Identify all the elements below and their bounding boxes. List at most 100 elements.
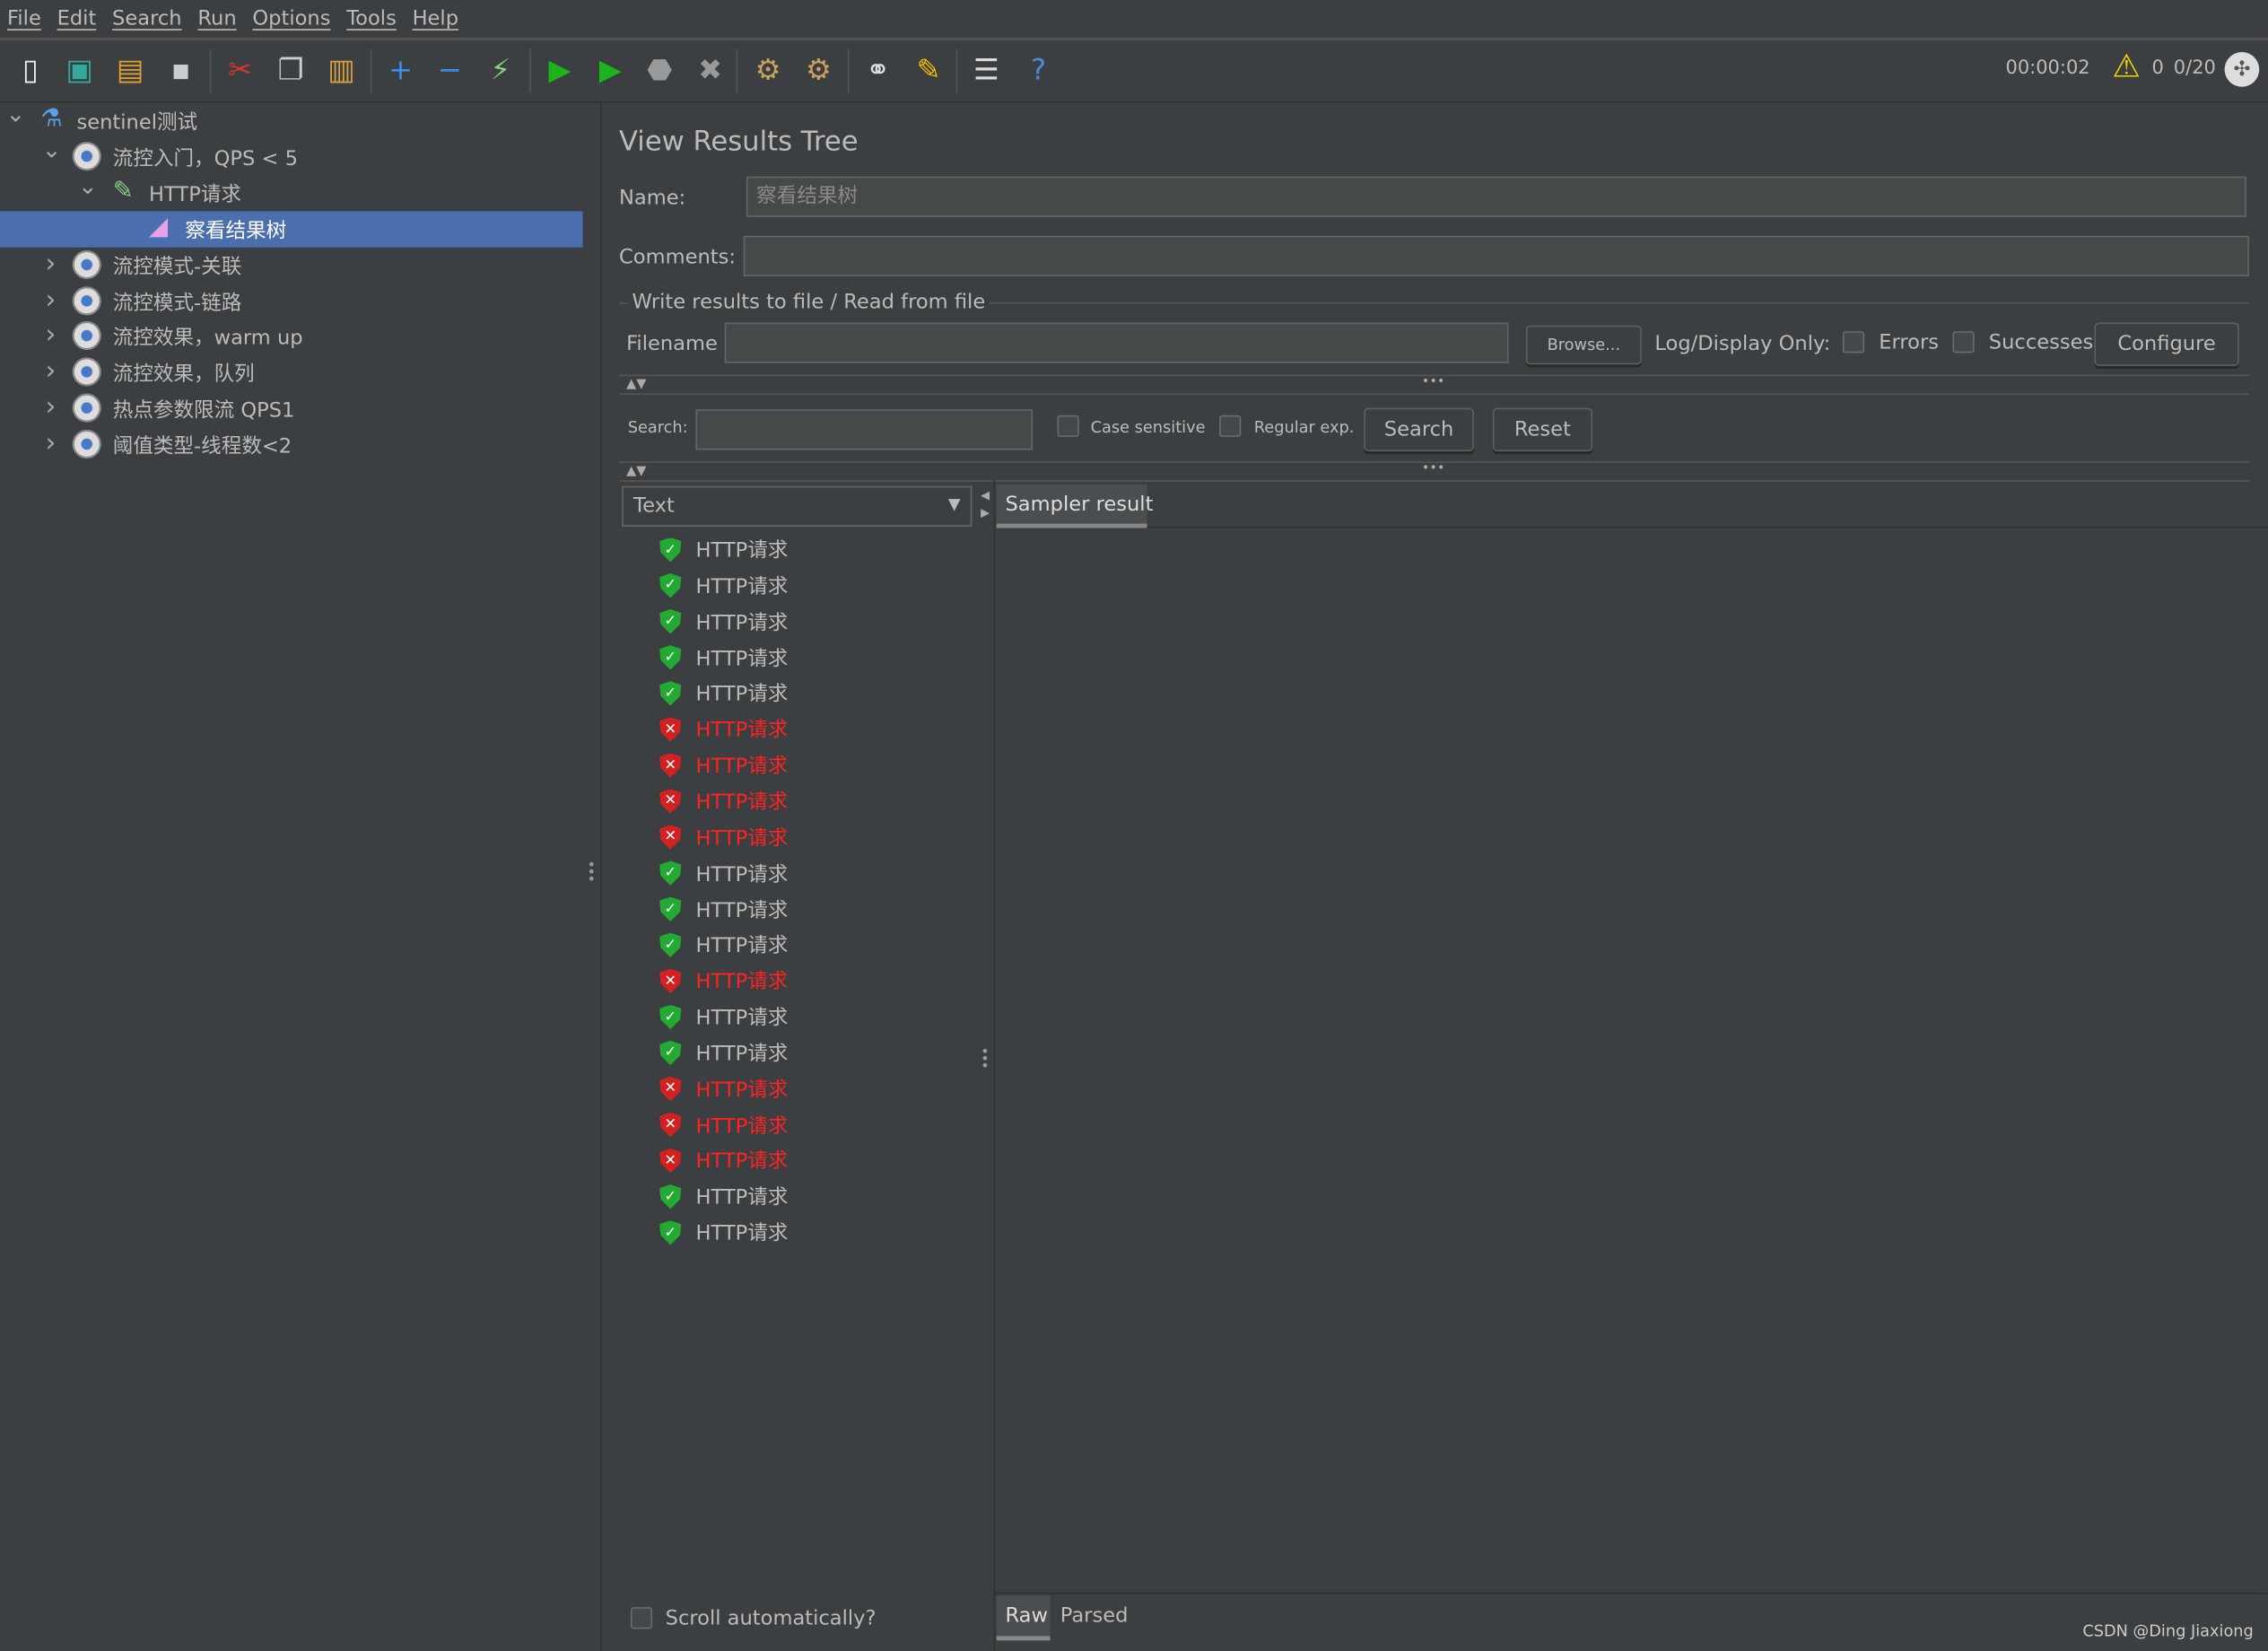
chevron-down-icon[interactable]: ⌄ <box>42 135 62 163</box>
tab-sampler-result[interactable]: Sampler result <box>996 485 1153 528</box>
tree-node[interactable]: › 流控效果，warm up <box>0 319 583 354</box>
thread-group-icon <box>72 285 101 315</box>
comments-label: Comments: <box>619 246 736 269</box>
chevron-right-icon[interactable]: › <box>42 392 59 423</box>
tree-node[interactable]: › 热点参数限流 QPS1 <box>0 391 583 427</box>
tree-node[interactable]: › 流控效果，队列 <box>0 354 583 390</box>
tree-node[interactable]: › 阈值类型-线程数<2 <box>0 427 583 463</box>
result-item[interactable]: ✕ HTTP请求 <box>659 820 788 855</box>
menu-edit[interactable]: Edit <box>57 0 97 38</box>
result-item[interactable]: ✕ HTTP请求 <box>659 1107 788 1142</box>
thread-group-icon <box>72 321 101 351</box>
result-label: HTTP请求 <box>695 1150 789 1175</box>
reset-button[interactable]: Reset <box>1492 407 1593 452</box>
templates-icon[interactable]: ▣ <box>59 49 100 90</box>
errors-checkbox[interactable] <box>1842 331 1865 354</box>
clear-all-icon[interactable]: ⚙ <box>798 49 839 90</box>
paste-icon[interactable]: ▥ <box>321 49 362 90</box>
result-item[interactable]: ✓ HTTP请求 <box>659 1035 788 1070</box>
result-item[interactable]: ✓ HTTP请求 <box>659 1179 788 1214</box>
result-item[interactable]: ✓ HTTP请求 <box>659 640 788 675</box>
remote-icon[interactable]: ✣ <box>2224 52 2260 87</box>
filename-label: Filename <box>626 332 718 356</box>
tree-node[interactable]: ⌄ 流控入门，QPS < 5 <box>0 135 583 175</box>
menu-help[interactable]: Help <box>413 0 458 38</box>
stop-icon[interactable]: ⬣ <box>640 49 680 90</box>
search-input[interactable] <box>695 409 1034 450</box>
result-item[interactable]: ✓ HTTP请求 <box>659 532 788 567</box>
successes-checkbox[interactable] <box>1952 331 1975 354</box>
tree-node[interactable]: ◢ 察看结果树 <box>0 210 583 248</box>
menu-run[interactable]: Run <box>197 0 236 38</box>
result-item[interactable]: ✕ HTTP请求 <box>659 964 788 999</box>
tree-node-label: HTTP请求 <box>149 183 241 207</box>
result-item[interactable]: ✓ HTTP请求 <box>659 1000 788 1035</box>
open-icon[interactable]: ▤ <box>110 49 151 90</box>
result-item[interactable]: ✕ HTTP请求 <box>659 784 788 819</box>
start-no-pauses-icon[interactable]: ▶ <box>590 49 631 90</box>
result-item[interactable]: ✓ HTTP请求 <box>659 928 788 963</box>
result-label: HTTP请求 <box>695 1222 789 1246</box>
chevron-right-icon[interactable]: › <box>42 320 59 351</box>
result-item[interactable]: ✓ HTTP请求 <box>659 568 788 603</box>
chevron-right-icon[interactable]: › <box>42 428 59 459</box>
filename-input[interactable] <box>724 322 1509 363</box>
regexp-checkbox[interactable] <box>1219 415 1242 437</box>
tree-node[interactable]: › 流控模式-关联 <box>0 247 583 283</box>
collapse-icon[interactable]: − <box>430 49 470 90</box>
result-item[interactable]: ✕ HTTP请求 <box>659 1071 788 1106</box>
renderer-select[interactable]: Text ▼ <box>622 485 973 527</box>
result-item[interactable]: ✕ HTTP请求 <box>659 712 788 747</box>
chevron-right-icon[interactable]: › <box>42 284 59 315</box>
chevron-right-icon[interactable]: › <box>42 356 59 387</box>
warning-icon[interactable]: ⚠ <box>2112 49 2141 85</box>
browse-button[interactable]: Browse... <box>1525 325 1642 365</box>
new-icon[interactable]: ▯ <box>10 49 50 90</box>
clear-icon[interactable]: ⚙ <box>748 49 789 90</box>
toggle-icon[interactable]: ⚡ <box>480 49 520 90</box>
divider-grip-icon[interactable]: ••• <box>1422 461 1445 476</box>
save-icon[interactable]: ▪ <box>161 49 201 90</box>
copy-icon[interactable]: ❐ <box>270 49 310 90</box>
chevron-down-icon[interactable]: ⌄ <box>5 100 25 127</box>
tab-parsed[interactable]: Parsed <box>1060 1604 1129 1628</box>
comments-input[interactable] <box>743 235 2249 276</box>
collapse-arrows-icon[interactable]: ▲▼ <box>626 465 646 479</box>
tree-node[interactable]: ⌄ ⚗ sentinel测试 <box>0 100 583 138</box>
result-item[interactable]: ✓ HTTP请求 <box>659 1215 788 1250</box>
result-item[interactable]: ✓ HTTP请求 <box>659 856 788 891</box>
search-icon[interactable]: ⚭ <box>858 49 898 90</box>
name-input[interactable]: 察看结果树 <box>746 176 2246 217</box>
menu-file[interactable]: File <box>7 0 41 38</box>
result-item[interactable]: ✓ HTTP请求 <box>659 677 788 712</box>
scroll-automatically-checkbox[interactable] <box>630 1607 653 1629</box>
start-icon[interactable]: ▶ <box>539 49 580 90</box>
chevron-right-icon[interactable]: › <box>42 249 59 279</box>
menu-search[interactable]: Search <box>112 0 182 38</box>
tree-node-label: 阈值类型-线程数<2 <box>112 435 292 459</box>
tree-node[interactable]: ⌄ ✎ HTTP请求 <box>0 172 583 211</box>
cut-icon[interactable]: ✂ <box>220 49 260 90</box>
result-item[interactable]: ✕ HTTP请求 <box>659 1143 788 1178</box>
shutdown-icon[interactable]: ✖ <box>690 49 730 90</box>
menu-options[interactable]: Options <box>252 0 330 38</box>
divider-grip-icon[interactable]: ••• <box>1422 375 1445 389</box>
search-label: Search: <box>627 417 688 437</box>
result-item[interactable]: ✓ HTTP请求 <box>659 604 788 639</box>
tab-raw[interactable]: Raw <box>996 1595 1051 1641</box>
result-item[interactable]: ✕ HTTP请求 <box>659 748 788 783</box>
splitter-handle[interactable]: • • • <box>582 102 602 1651</box>
search-button[interactable]: Search <box>1364 407 1474 452</box>
result-item[interactable]: ✓ HTTP请求 <box>659 892 788 927</box>
reset-search-icon[interactable]: ✎ <box>908 49 948 90</box>
configure-button[interactable]: Configure <box>2094 322 2239 366</box>
menu-tools[interactable]: Tools <box>346 0 397 38</box>
function-helper-icon[interactable]: ☰ <box>966 49 1007 90</box>
help-icon[interactable]: ? <box>1018 49 1059 90</box>
expand-icon[interactable]: + <box>380 49 421 90</box>
chevron-down-icon[interactable]: ⌄ <box>78 172 98 200</box>
tree-node[interactable]: › 流控模式-链路 <box>0 283 583 319</box>
case-sensitive-checkbox[interactable] <box>1057 415 1079 437</box>
results-splitter[interactable]: ◀ ▶ • • • <box>976 480 996 1651</box>
collapse-arrows-icon[interactable]: ▲▼ <box>626 378 646 392</box>
